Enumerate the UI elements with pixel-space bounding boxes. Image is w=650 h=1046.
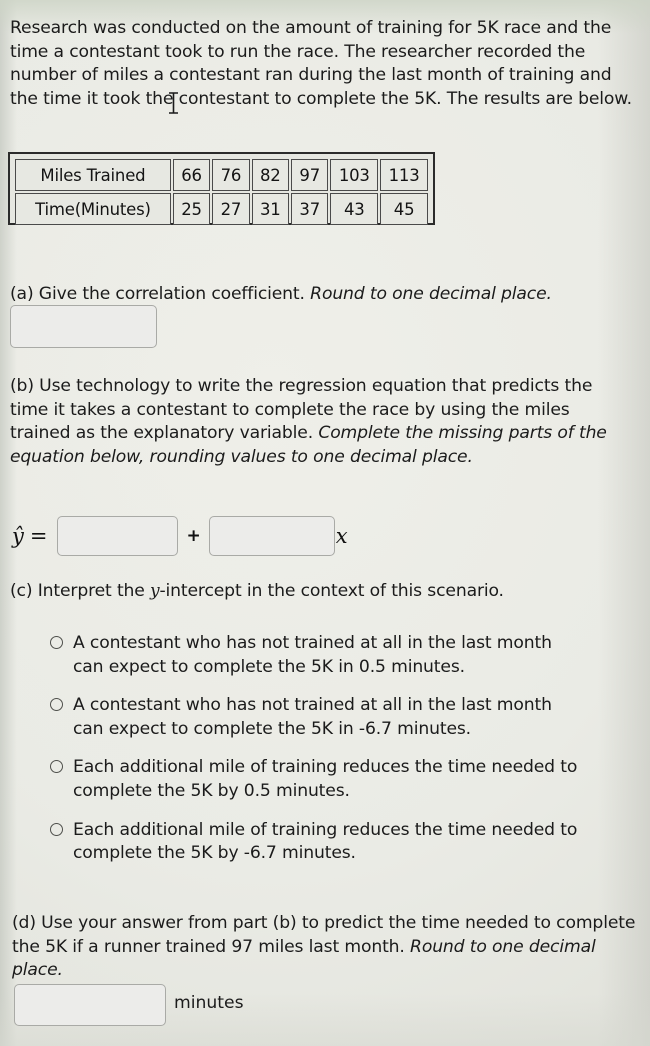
radio-button-icon[interactable] [50,760,63,774]
equation-x-variable-label: x [335,524,348,548]
option-1-line2: can expect to complete the 5K in -6.7 mi… [73,718,471,739]
option-3-line1: Each additional mile of training reduces… [73,819,578,840]
part-d-prompt: (d) Use your answer from part (b) to pre… [12,912,638,983]
cell-time-1: 27 [212,193,250,225]
option-1-line1: A contestant who has not trained at all … [73,695,552,716]
equation-y-hat-label: ŷ [12,523,24,548]
cell-miles-5: 113 [380,159,428,191]
cell-miles-3: 97 [291,159,329,191]
regression-intercept-input[interactable] [57,516,179,556]
regression-equation-row: ŷ = + x [12,512,348,560]
row-label-time-minutes: Time(Minutes) [15,193,171,225]
radio-button-icon[interactable] [50,636,63,649]
cell-time-3: 37 [291,193,329,225]
part-c-prompt: (c) Interpret the y-intercept in the con… [10,580,640,604]
cell-time-4: 43 [330,193,379,225]
part-a-prompt-italic: Round to one decimal place. [310,284,552,304]
option-2[interactable]: Each additional mile of training reduces… [50,756,640,803]
radio-button-icon[interactable] [50,822,63,836]
part-c-prompt-pre: (c) Interpret the [10,581,151,601]
part-c-prompt-post: -intercept in the context of this scenar… [159,581,504,601]
problem-intro-text: Research was conducted on the amount of … [10,18,632,109]
radio-button-icon[interactable] [50,698,63,712]
option-0-line2: can expect to complete the 5K in 0.5 min… [73,656,465,677]
regression-slope-input[interactable] [208,516,335,556]
part-b-prompt: (b) Use technology to write the regressi… [10,375,630,469]
cell-miles-2: 82 [251,159,289,191]
option-2-line2: complete the 5K by 0.5 minutes. [73,780,350,801]
table-row: Time(Minutes) 25 27 31 37 43 45 [15,193,428,225]
cell-time-2: 31 [251,193,289,225]
part-d-unit-label: minutes [174,993,244,1013]
option-2-line1: Each additional mile of training reduces… [73,757,578,778]
worksheet-content: Research was conducted on the amount of … [0,0,650,1046]
part-c-options-group: A contestant who has not trained at all … [50,632,640,881]
cell-miles-0: 66 [172,159,211,191]
cell-time-5: 45 [380,193,428,225]
row-label-miles-trained: Miles Trained [15,159,171,191]
part-a-prompt-plain: (a) Give the correlation coefficient. [10,284,311,304]
option-0-line1: A contestant who has not trained at all … [73,633,552,653]
part-a-prompt: (a) Give the correlation coefficient. Ro… [10,283,640,307]
option-3[interactable]: Each additional mile of training reduces… [50,819,640,866]
option-0[interactable]: A contestant who has not trained at all … [50,632,640,679]
cell-time-0: 25 [172,193,211,225]
cell-miles-4: 103 [330,159,379,191]
data-table: Miles Trained 66 76 82 97 103 113 Time(M… [8,152,435,225]
part-d-answer-input[interactable] [14,984,166,1026]
equation-plus-sign: + [186,526,201,546]
cell-miles-1: 76 [212,159,250,191]
option-3-line2: complete the 5K by -6.7 minutes. [73,843,356,864]
equation-equals-sign: = [29,524,48,548]
table-row: Miles Trained 66 76 82 97 103 113 [15,159,428,191]
data-table-grid: Miles Trained 66 76 82 97 103 113 Time(M… [13,157,430,227]
part-a-answer-input[interactable] [10,305,157,348]
option-1[interactable]: A contestant who has not trained at all … [50,694,640,741]
